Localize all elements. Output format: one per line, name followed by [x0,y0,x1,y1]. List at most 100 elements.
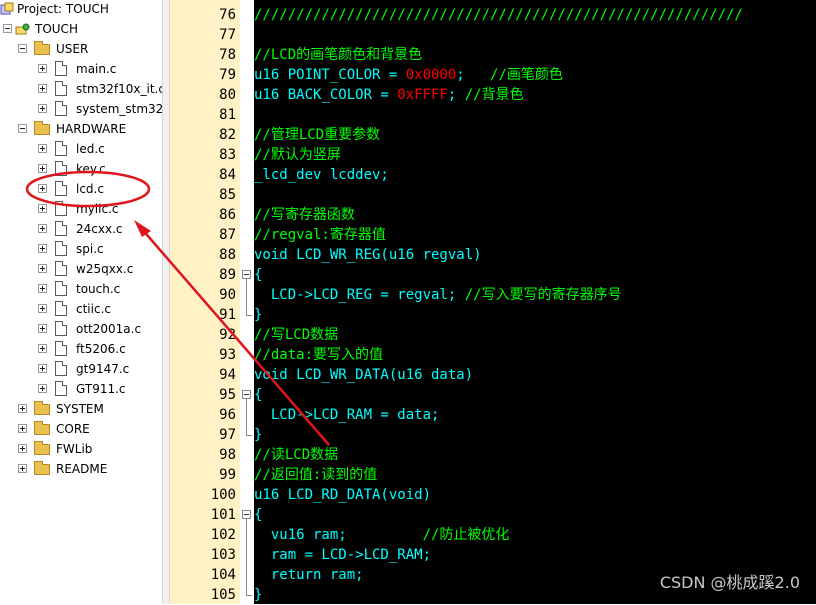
code-line[interactable]: //管理LCD重要参数 [254,125,380,145]
code-line[interactable]: //读LCD数据 [254,445,338,465]
tree-file[interactable]: gt9147.c [0,359,162,379]
collapse-box-icon[interactable] [3,24,12,33]
expand-box-icon[interactable] [38,104,47,113]
expand-box-icon[interactable] [38,184,47,193]
line-number: 92 [219,327,236,343]
fold-collapse-icon[interactable] [242,270,251,279]
code-token-kw: return [270,567,322,583]
code-token-text: } [254,427,263,443]
code-line[interactable]: //data:要写入的值 [254,345,383,365]
code-line[interactable]: u16 LCD_RD_DATA(void) [254,485,431,505]
code-token-text: u16 BACK_COLOR = [254,87,398,103]
expand-box-icon[interactable] [38,344,47,353]
expand-box-icon[interactable] [18,404,27,413]
tree-group-hardware[interactable]: HARDWARE [0,119,162,139]
expand-box-icon[interactable] [38,264,47,273]
tree-file[interactable]: 24cxx.c [0,219,162,239]
tree-file[interactable]: GT911.c [0,379,162,399]
tree-file[interactable]: main.c [0,59,162,79]
expand-box-icon[interactable] [38,204,47,213]
code-token-text: LCD->LCD_REG = regval; [254,287,465,303]
line-number: 104 [210,567,236,583]
fold-collapse-icon[interactable] [242,510,251,519]
code-token-comment: //画笔颜色 [490,67,563,83]
tree-group-core[interactable]: CORE [0,419,162,439]
tree-file[interactable]: spi.c [0,239,162,259]
code-line[interactable]: ram = LCD->LCD_RAM; [254,545,431,565]
tree-group-readme[interactable]: README [0,459,162,479]
code-line[interactable]: { [254,385,262,405]
tree-file[interactable]: lcd.c [0,179,162,199]
code-line[interactable]: _lcd_dev lcddev; [254,165,389,185]
expand-box-icon[interactable] [38,324,47,333]
tree-group-fwlib[interactable]: FWLib [0,439,162,459]
tree-file[interactable]: w25qxx.c [0,259,162,279]
code-token-comment: ////////////////////////////////////////… [254,7,743,23]
code-line[interactable]: //写寄存器函数 [254,205,355,225]
code-line[interactable]: //默认为竖屏 [254,145,341,165]
code-line[interactable]: void LCD_WR_DATA(u16 data) [254,365,473,385]
expand-box-icon[interactable] [38,144,47,153]
expand-box-icon[interactable] [38,224,47,233]
tree-label: ctiic.c [76,302,111,316]
line-number: 83 [219,147,236,163]
tree-file[interactable]: led.c [0,139,162,159]
collapse-box-icon[interactable] [18,44,27,53]
code-editor[interactable]: ////////////////////////////////////////… [254,0,816,604]
code-line[interactable]: LCD->LCD_REG = regval; //写入要写的寄存器序号 [254,285,622,305]
expand-box-icon[interactable] [38,384,47,393]
line-number: 80 [219,87,236,103]
target-icon [15,22,30,36]
expand-box-icon[interactable] [38,164,47,173]
tree-group-user[interactable]: USER [0,39,162,59]
tree-file[interactable]: myiic.c [0,199,162,219]
code-line[interactable]: { [254,265,262,285]
code-line[interactable]: LCD->LCD_RAM = data; [254,405,440,425]
code-token-text: LCD->LCD_RAM = data; [254,407,440,423]
tree-file[interactable]: system_stm32f1 [0,99,162,119]
tree-file[interactable]: ctiic.c [0,299,162,319]
expand-box-icon[interactable] [38,284,47,293]
expand-box-icon[interactable] [38,364,47,373]
code-line[interactable]: } [254,585,262,604]
fold-end-marker [246,435,252,436]
expand-box-icon[interactable] [38,84,47,93]
line-number: 89 [219,267,236,283]
expand-box-icon[interactable] [18,444,27,453]
expand-box-icon[interactable] [18,464,27,473]
tree-target[interactable]: TOUCH [0,19,162,39]
code-line[interactable]: { [254,505,262,525]
code-line[interactable]: } [254,305,262,325]
code-line[interactable]: void LCD_WR_REG(u16 regval) [254,245,482,265]
panel-splitter[interactable] [162,0,170,604]
code-line[interactable]: u16 POINT_COLOR = 0x0000; //画笔颜色 [254,65,563,85]
line-number: 102 [210,527,236,543]
tree-file[interactable]: stm32f10x_it.c [0,79,162,99]
code-line[interactable]: return ram; [254,565,364,585]
code-line[interactable]: //LCD的画笔颜色和背景色 [254,45,422,65]
tree-root-project[interactable]: Project: TOUCH [0,0,162,19]
tree-file[interactable]: key.c [0,159,162,179]
tree-group-system[interactable]: SYSTEM [0,399,162,419]
code-token-comment: //背景色 [464,87,524,103]
code-line[interactable]: } [254,425,262,445]
code-token-text: LCD_WR_DATA(u16 data) [287,367,474,383]
code-line[interactable]: //regval:寄存器值 [254,225,386,245]
tree-file[interactable]: ott2001a.c [0,319,162,339]
code-line[interactable]: //返回值:读到的值 [254,465,377,485]
expand-box-icon[interactable] [38,304,47,313]
collapse-box-icon[interactable] [18,124,27,133]
tree-file[interactable]: ft5206.c [0,339,162,359]
code-line[interactable]: vu16 ram; //防止被优化 [254,525,510,545]
fold-collapse-icon[interactable] [242,390,251,399]
expand-box-icon[interactable] [38,244,47,253]
code-line[interactable]: //写LCD数据 [254,325,338,345]
code-token-text: u16 POINT_COLOR = [254,67,406,83]
code-line[interactable]: ////////////////////////////////////////… [254,5,743,25]
code-line[interactable]: u16 BACK_COLOR = 0xFFFF; //背景色 [254,85,524,105]
expand-box-icon[interactable] [38,64,47,73]
tree-label: spi.c [76,242,104,256]
expand-box-icon[interactable] [18,424,27,433]
file-icon [55,221,67,236]
tree-file[interactable]: touch.c [0,279,162,299]
